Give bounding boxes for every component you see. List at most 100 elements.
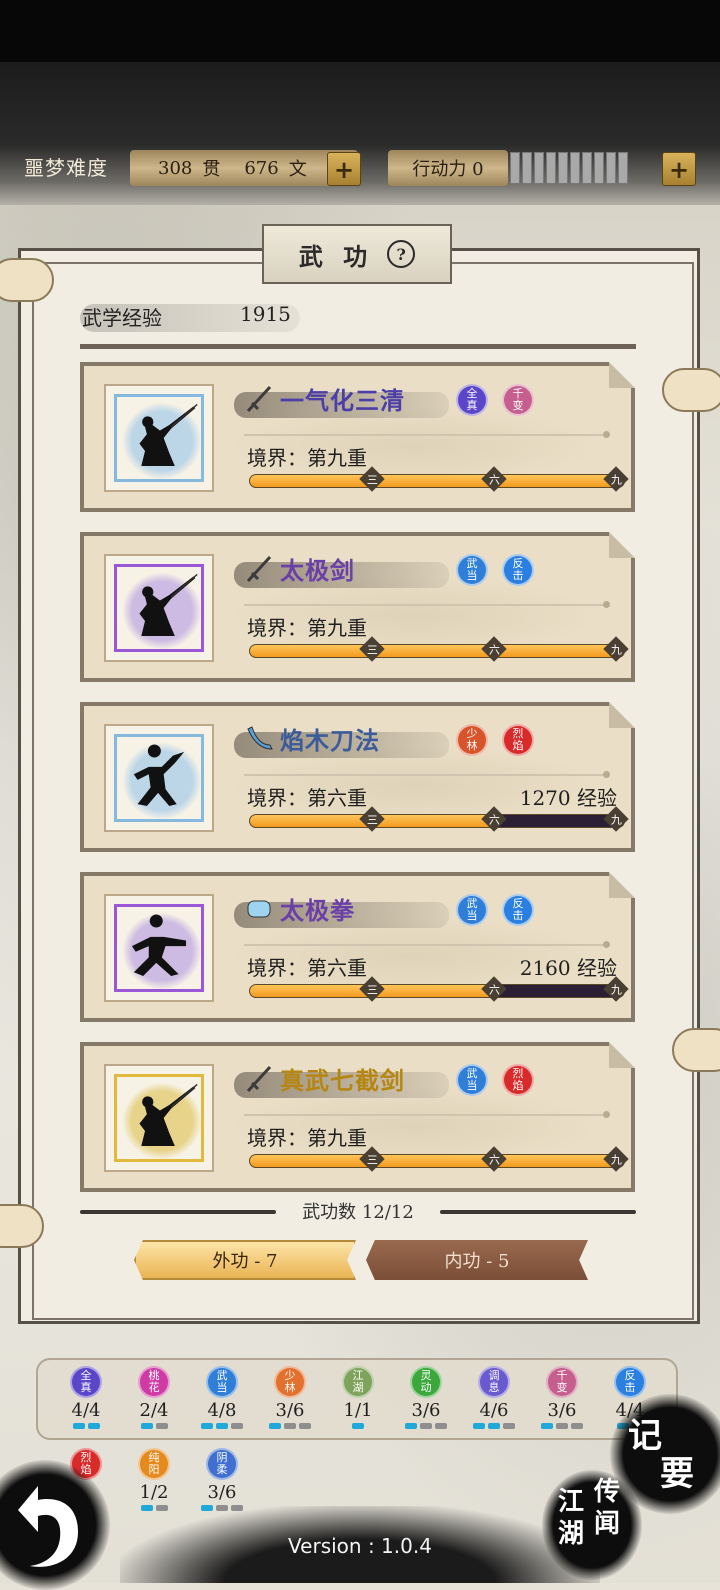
school-icon: 武当 — [206, 1366, 238, 1398]
school-count: 3/6 — [275, 1400, 305, 1421]
skill-title: 太极剑 — [244, 550, 355, 586]
legend-button[interactable]: 江 传 湖 闻 — [542, 1470, 642, 1583]
school-item[interactable]: 调息 4/6 — [472, 1366, 516, 1429]
progress-fill — [250, 1155, 624, 1167]
school-item[interactable]: 千变 3/6 — [540, 1366, 584, 1429]
stamina-segment — [534, 152, 544, 184]
school-icon: 反击 — [614, 1366, 646, 1398]
school-item[interactable]: 武当 4/8 — [200, 1366, 244, 1429]
tick-label: 六 — [488, 643, 500, 656]
ink-header-background — [0, 62, 720, 212]
page-fold — [609, 1042, 635, 1068]
memo-button[interactable]: 记 要 — [610, 1394, 720, 1514]
tick-label: 九 — [610, 813, 622, 826]
panel-title-text: 武 功 — [298, 241, 374, 271]
page-fold — [609, 702, 635, 728]
school-pip — [556, 1423, 568, 1429]
back-arrow-icon — [18, 1486, 78, 1567]
school-pip — [155, 1423, 168, 1429]
memo-char-1: 记 — [628, 1416, 662, 1456]
school-pips — [540, 1423, 584, 1429]
skill-portrait — [104, 724, 214, 832]
school-pip — [87, 1423, 100, 1429]
sword-icon — [246, 385, 272, 413]
school-count: 3/6 — [547, 1400, 577, 1421]
cloud-ornament-icon — [662, 368, 720, 412]
skill-progress-bar — [249, 474, 625, 488]
school-item[interactable]: 灵动 3/6 — [404, 1366, 448, 1429]
page-fold — [609, 872, 635, 898]
school-pips — [404, 1423, 448, 1429]
tick-label: 三 — [366, 983, 378, 996]
status-bar — [0, 0, 720, 62]
tab-external-skills[interactable]: 外功 - 7 — [134, 1240, 356, 1280]
skill-name: 真武七截剑 — [280, 1065, 405, 1095]
school-pips — [472, 1423, 516, 1429]
stamina-segment — [606, 152, 616, 184]
cloud-ornament-icon — [0, 1204, 44, 1248]
school-pip — [352, 1423, 364, 1429]
divider-line — [244, 601, 610, 608]
memo-char-2: 要 — [660, 1454, 694, 1494]
school-pip — [473, 1423, 485, 1429]
skill-card[interactable]: 真武七截剑 武当烈焰境界：第九重三 六 九 — [80, 1042, 635, 1192]
school-item[interactable]: 桃花 2/4 — [132, 1366, 176, 1429]
version-label: Version : 1.0.4 — [288, 1534, 432, 1558]
tab-internal-skills[interactable]: 内功 - 5 — [366, 1240, 588, 1280]
skill-card[interactable]: 一气化三清 全真千变境界：第九重三 六 九 — [80, 362, 635, 512]
ink-blob — [542, 1470, 642, 1580]
skill-realm: 境界：第六重 — [247, 956, 367, 980]
school-icon: 桃花 — [138, 1366, 170, 1398]
stamina-segment — [510, 152, 520, 184]
school-icon: 少林 — [274, 1366, 306, 1398]
skill-card[interactable]: 太极剑 武当反击境界：第九重三 六 九 — [80, 532, 635, 682]
stamina-segment — [618, 152, 628, 184]
tick-label: 九 — [610, 643, 622, 656]
stamina-segment — [582, 152, 592, 184]
panel-title: 武 功 ? — [262, 224, 452, 284]
skill-card[interactable]: 太极拳 武当反击境界：第六重 2160 经验三 六 九 — [80, 872, 635, 1022]
school-icon: 阴柔 — [206, 1448, 238, 1480]
school-pip — [201, 1423, 213, 1429]
skill-title: 一气化三清 — [244, 380, 405, 416]
plus-icon: + — [668, 154, 690, 184]
school-pips — [268, 1423, 312, 1429]
stamina-segment — [570, 152, 580, 184]
portrait-frame — [114, 734, 204, 822]
portrait-frame — [114, 564, 204, 652]
school-item[interactable]: 阴柔 3/6 — [200, 1448, 244, 1511]
legend-char-2: 传 — [594, 1477, 621, 1507]
school-item[interactable]: 少林 3/6 — [268, 1366, 312, 1429]
school-pip — [269, 1423, 281, 1429]
school-badge: 少林 — [456, 724, 488, 756]
skill-progress-bar — [249, 984, 625, 998]
school-badge: 反击 — [502, 894, 534, 926]
skill-count: 武功数 12/12 — [302, 1202, 414, 1223]
school-icon: 调息 — [478, 1366, 510, 1398]
skill-name: 太极拳 — [280, 895, 355, 925]
help-icon[interactable]: ? — [387, 240, 416, 268]
stamina-segment — [594, 152, 604, 184]
tick-label: 九 — [610, 1153, 622, 1166]
add-money-button[interactable]: + — [327, 152, 361, 186]
back-button[interactable] — [0, 1460, 110, 1590]
school-pip — [571, 1423, 583, 1429]
tick-label: 六 — [488, 983, 500, 996]
skill-card[interactable]: 焰木刀法 少林烈焰境界：第六重 1270 经验三 六 九 — [80, 702, 635, 852]
skill-portrait — [104, 1064, 214, 1172]
school-pip — [284, 1423, 296, 1429]
portrait-frame — [114, 1074, 204, 1162]
school-item[interactable]: 江湖 1/1 — [336, 1366, 380, 1429]
skill-title: 焰木刀法 — [244, 720, 380, 756]
martial-exp-label: 武学经验 — [82, 306, 162, 330]
progress-fill — [250, 645, 624, 657]
school-item[interactable]: 纯阳 1/2 — [132, 1448, 176, 1511]
skill-portrait — [104, 554, 214, 662]
skill-exp-needed: 2160 经验 — [519, 956, 617, 980]
stamina-bar — [510, 152, 628, 184]
school-icon: 千变 — [546, 1366, 578, 1398]
school-item[interactable]: 全真 4/4 — [64, 1366, 108, 1429]
add-stamina-button[interactable]: + — [662, 152, 696, 186]
school-pips — [132, 1423, 176, 1429]
skill-pose-icon — [139, 403, 198, 466]
